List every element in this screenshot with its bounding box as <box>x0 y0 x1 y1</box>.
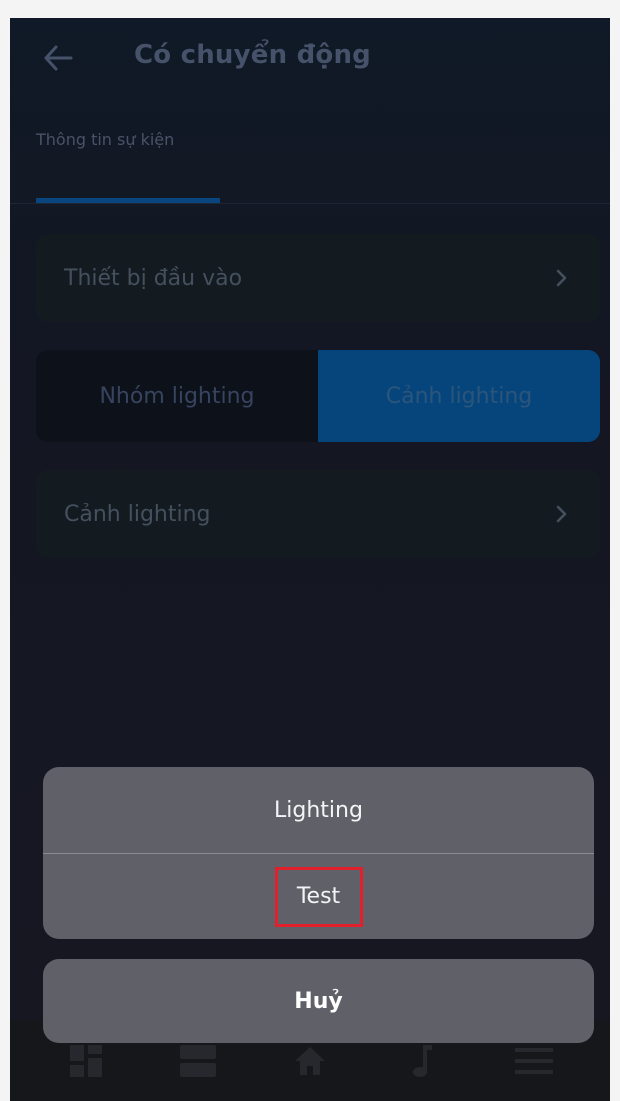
app-header: Có chuyển động <box>10 18 610 108</box>
arrow-left-icon <box>43 45 73 75</box>
menu-icon[interactable] <box>514 1041 554 1081</box>
option-test[interactable]: Test <box>43 853 594 939</box>
music-icon[interactable] <box>402 1041 442 1081</box>
back-button[interactable] <box>36 38 80 82</box>
active-tab-indicator <box>36 198 220 203</box>
option-lighting[interactable]: Lighting <box>43 767 594 853</box>
home-icon[interactable] <box>290 1041 330 1081</box>
action-sheet: Lighting Test <box>43 767 594 939</box>
tab-event-info[interactable]: Thông tin sự kiện <box>36 130 220 204</box>
segment-scene-lighting[interactable]: Cảnh lighting <box>318 350 600 442</box>
chevron-right-icon <box>552 504 572 524</box>
page-title: Có chuyển động <box>134 40 371 70</box>
cancel-button[interactable]: Huỷ <box>43 959 594 1043</box>
input-device-label: Thiết bị đầu vào <box>64 265 243 291</box>
scene-select-row[interactable]: Cảnh lighting <box>36 470 600 558</box>
input-device-row[interactable]: Thiết bị đầu vào <box>36 234 600 322</box>
scene-select-label: Cảnh lighting <box>64 501 211 527</box>
dashboard-icon[interactable] <box>66 1041 106 1081</box>
chevron-right-icon <box>552 268 572 288</box>
group-scene-toggle: Nhóm lighting Cảnh lighting <box>36 350 600 442</box>
segment-group-lighting[interactable]: Nhóm lighting <box>36 350 318 442</box>
app-screen: Có chuyển động Thông tin sự kiện Thiết b… <box>10 18 610 1101</box>
tab-bar: Thông tin sự kiện <box>10 118 610 204</box>
layout-icon[interactable] <box>178 1041 218 1081</box>
